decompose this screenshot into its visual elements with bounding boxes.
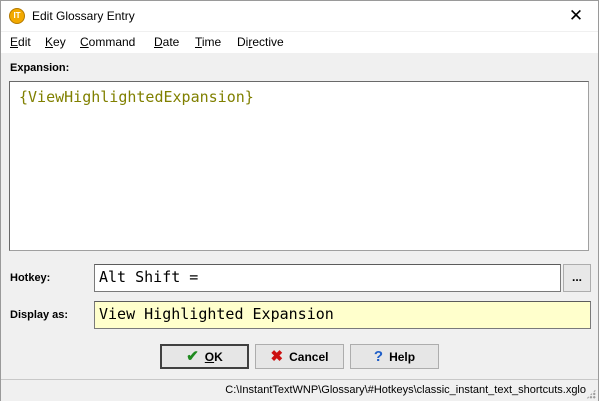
menu-directive-prefix: Di [237,35,249,49]
help-label: Help [389,349,416,364]
status-bar: C:\InstantTextWNP\Glossary\#Hotkeys\clas… [1,379,598,401]
cancel-button[interactable]: ✖ Cancel [255,344,344,369]
hotkey-field[interactable]: Alt Shift = [94,264,561,292]
menu-command[interactable]: Command [80,35,135,49]
check-icon: ✔ [186,348,199,365]
display-as-label: Display as: [10,309,69,321]
title-bar[interactable]: IT Edit Glossary Entry ✕ [1,1,598,31]
menu-edit-accel: E [10,35,19,49]
menu-key-rest: ey [53,35,66,49]
ok-button[interactable]: ✔ OK [160,344,249,369]
menu-time-rest: ime [201,35,222,49]
x-icon: ✖ [270,348,284,365]
menu-date-accel: D [154,35,163,49]
menu-command-accel: C [80,35,89,49]
window-title: Edit Glossary Entry [32,9,135,23]
menu-directive[interactable]: Directive [237,35,284,49]
menu-key-accel: K [45,35,54,49]
question-icon: ? [373,348,384,365]
menu-time[interactable]: Time [195,35,221,49]
menu-command-rest: ommand [88,35,136,49]
help-button[interactable]: ? Help [350,344,439,369]
menu-date[interactable]: Date [154,35,179,49]
menu-edit[interactable]: Edit [10,35,31,49]
expansion-label: Expansion: [10,62,70,74]
expansion-editor[interactable]: {ViewHighlightedExpansion} [9,81,589,251]
menu-edit-rest: dit [18,35,31,49]
resize-grip-icon[interactable] [586,389,596,399]
menu-time-accel: T [195,35,202,49]
ok-label-accel: O [204,349,215,364]
menu-date-rest: ate [162,35,180,49]
file-path: C:\InstantTextWNP\Glossary\#Hotkeys\clas… [225,384,586,396]
ok-label-rest: K [214,349,223,364]
instanttext-logo-icon: IT [9,8,25,24]
menu-directive-rest: ective [252,35,284,49]
edit-glossary-dialog: IT Edit Glossary Entry ✕ Edit Key Comman… [0,0,599,401]
cancel-label: Cancel [289,349,329,364]
expansion-text: {ViewHighlightedExpansion} [19,88,254,106]
menu-key[interactable]: Key [45,35,66,49]
menu-bar: Edit Key Command Date Time Directive [1,32,598,53]
ok-label: OK [205,350,223,364]
display-as-field[interactable]: View Highlighted Expansion [94,301,591,329]
hotkey-label: Hotkey: [10,272,51,284]
hotkey-browse-button[interactable]: ... [563,264,591,292]
close-button[interactable]: ✕ [554,1,598,31]
